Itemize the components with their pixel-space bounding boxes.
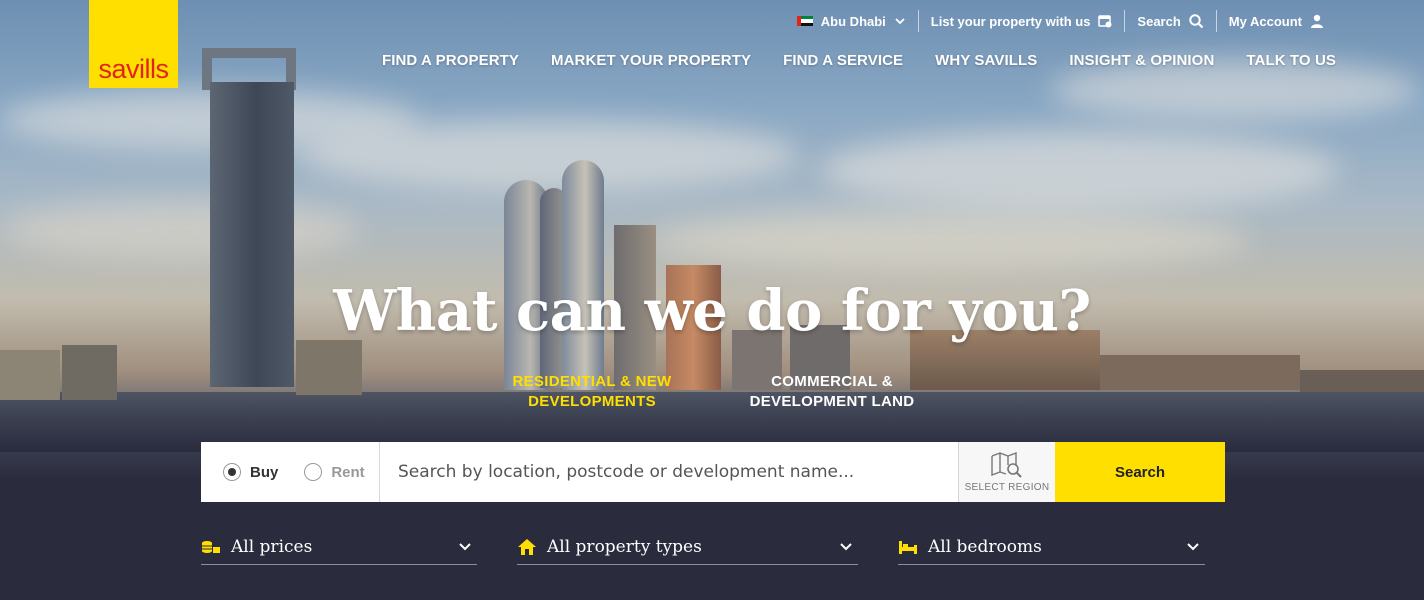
location-label: Abu Dhabi bbox=[820, 13, 886, 29]
buy-label: Buy bbox=[250, 463, 279, 481]
house-icon bbox=[517, 538, 539, 556]
list-property-link[interactable]: List your property with us bbox=[919, 10, 1125, 32]
logo-text: savills bbox=[98, 54, 169, 84]
main-nav: FIND A PROPERTY MARKET YOUR PROPERTY FIN… bbox=[382, 52, 1336, 69]
nav-talk-to-us[interactable]: TALK TO US bbox=[1246, 52, 1336, 69]
my-account-link[interactable]: My Account bbox=[1217, 10, 1336, 32]
nav-insight-opinion[interactable]: INSIGHT & OPINION bbox=[1069, 52, 1214, 69]
bed-icon bbox=[898, 539, 920, 555]
radio-selected-icon bbox=[223, 463, 241, 481]
nav-why-savills[interactable]: WHY SAVILLS bbox=[935, 52, 1037, 69]
utility-bar: Abu Dhabi List your property with us Sea… bbox=[785, 8, 1336, 34]
tab-commercial-line1: COMMERCIAL & bbox=[771, 373, 893, 390]
select-region-label: SELECT REGION bbox=[964, 481, 1050, 493]
buy-radio[interactable]: Buy bbox=[223, 463, 278, 481]
savills-logo[interactable]: savills bbox=[89, 0, 178, 88]
search-icon bbox=[1189, 13, 1204, 28]
tab-residential-line2: DEVELOPMENTS bbox=[528, 393, 656, 410]
search-link-label: Search bbox=[1137, 13, 1181, 29]
location-selector[interactable]: Abu Dhabi bbox=[785, 10, 918, 32]
tab-residential[interactable]: RESIDENTIAL & NEW DEVELOPMENTS bbox=[492, 372, 692, 412]
hero-headline: What can we do for you? bbox=[333, 278, 1091, 344]
nav-find-a-service[interactable]: FIND A SERVICE bbox=[783, 52, 903, 69]
property-type-filter-label: All property types bbox=[547, 537, 702, 557]
price-filter-dropdown[interactable]: All prices bbox=[201, 530, 477, 565]
chevron-down-icon bbox=[459, 543, 471, 551]
select-region-button[interactable]: SELECT REGION bbox=[958, 442, 1055, 502]
tab-residential-line1: RESIDENTIAL & NEW bbox=[512, 373, 672, 390]
chevron-down-icon bbox=[840, 543, 852, 551]
bedrooms-filter-dropdown[interactable]: All bedrooms bbox=[898, 530, 1205, 565]
chevron-down-icon bbox=[895, 18, 905, 25]
bedrooms-filter-label: All bedrooms bbox=[928, 537, 1042, 557]
property-search-bar: Buy Rent SELECT REGION Search bbox=[201, 442, 1225, 502]
price-filter-label: All prices bbox=[231, 537, 313, 557]
uae-flag-icon bbox=[796, 16, 813, 26]
search-link[interactable]: Search bbox=[1125, 10, 1215, 32]
tab-commercial-line2: DEVELOPMENT LAND bbox=[749, 393, 915, 410]
buy-rent-toggle: Buy Rent bbox=[201, 442, 380, 502]
location-search-input[interactable] bbox=[380, 442, 958, 502]
map-search-icon bbox=[991, 451, 1022, 478]
rent-radio[interactable]: Rent bbox=[304, 463, 365, 481]
nav-market-your-property[interactable]: MARKET YOUR PROPERTY bbox=[551, 52, 751, 69]
rent-label: Rent bbox=[331, 463, 365, 481]
calendar-house-icon bbox=[1098, 15, 1112, 28]
property-type-filter-dropdown[interactable]: All property types bbox=[517, 530, 858, 565]
radio-unselected-icon bbox=[304, 463, 323, 481]
nav-find-a-property[interactable]: FIND A PROPERTY bbox=[382, 52, 519, 69]
tab-commercial[interactable]: COMMERCIAL & DEVELOPMENT LAND bbox=[732, 372, 932, 412]
search-button[interactable]: Search bbox=[1055, 442, 1225, 502]
list-property-label: List your property with us bbox=[930, 13, 1091, 29]
chevron-down-icon bbox=[1187, 543, 1199, 551]
user-icon bbox=[1311, 14, 1323, 28]
my-account-label: My Account bbox=[1228, 13, 1302, 29]
coins-icon bbox=[201, 539, 223, 555]
